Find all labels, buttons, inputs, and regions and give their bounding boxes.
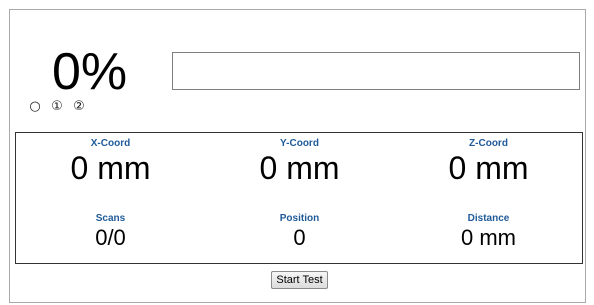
position-reading: Position 0 [205,213,394,251]
z-coord-value: 0 mm [448,150,529,186]
y-coord-value: 0 mm [259,150,340,186]
start-test-button[interactable]: Start Test [271,271,328,289]
step-indicators: ○ ① ② [28,100,86,114]
step-indicator-1: ① [51,99,63,114]
progress-percent: 0% [52,43,128,101]
x-coord-reading: X-Coord 0 mm [16,138,205,186]
scans-label: Scans [95,213,126,224]
position-value: 0 [293,225,306,250]
distance-label: Distance [467,213,510,224]
y-coord-label: Y-Coord [280,138,319,149]
position-label: Position [279,213,320,224]
z-coord-label: Z-Coord [469,138,508,149]
z-coord-reading: Z-Coord 0 mm [394,138,583,186]
scans-value: 0/0 [95,225,126,250]
progress-bar [172,52,580,90]
x-coord-value: 0 mm [70,150,151,186]
x-coord-label: X-Coord [90,138,131,149]
y-coord-reading: Y-Coord 0 mm [205,138,394,186]
distance-reading: Distance 0 mm [394,213,583,251]
step-indicator-0: ○ [29,99,41,114]
readings-panel: X-Coord 0 mm Y-Coord 0 mm Z-Coord 0 mm S… [15,132,583,264]
scans-reading: Scans 0/0 [16,213,205,251]
distance-value: 0 mm [461,225,516,250]
step-indicator-2: ② [73,99,85,114]
